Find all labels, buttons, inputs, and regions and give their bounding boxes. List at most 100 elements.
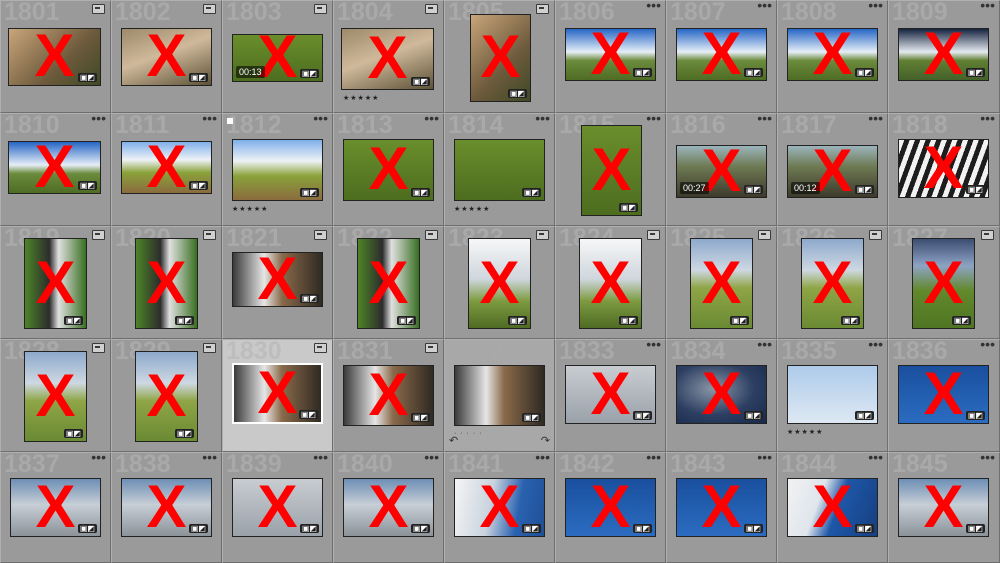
photo-thumbnail[interactable]: X ▣◩ (898, 365, 989, 424)
photo-thumbnail[interactable]: ▣◩ (787, 365, 878, 424)
grid-cell[interactable]: 1819X▣◩ (0, 226, 111, 339)
grid-cell[interactable]: 1822X▣◩ (333, 226, 444, 339)
star-rating[interactable]: ★★★★★ (343, 94, 379, 102)
flag-icon[interactable] (227, 118, 233, 124)
photo-thumbnail[interactable]: X ▣◩ (801, 238, 864, 329)
photo-thumbnail[interactable]: X ▣◩ (454, 478, 545, 537)
photo-thumbnail[interactable]: X ▣◩ (232, 478, 323, 537)
grid-cell[interactable]: 1810 ••• X ▣◩ (0, 113, 111, 226)
metadata-badge-icon[interactable] (869, 230, 882, 240)
grid-cell[interactable]: 1842 ••• X ▣◩ (555, 452, 666, 563)
metadata-badge-icon[interactable] (536, 4, 549, 14)
photo-thumbnail[interactable]: X ▣◩ (787, 478, 878, 537)
photo-thumbnail[interactable]: X ▣◩ (10, 478, 101, 537)
photo-thumbnail[interactable]: X ▣◩ (676, 28, 767, 81)
metadata-badge-icon[interactable] (203, 230, 216, 240)
grid-cell[interactable]: 1841 ••• X ▣◩ (444, 452, 555, 563)
more-options-icon[interactable]: ••• (424, 114, 439, 126)
grid-cell[interactable]: 1812 ••• ▣◩ ★★★★★ (222, 113, 333, 226)
more-options-icon[interactable]: ••• (91, 453, 106, 465)
grid-cell[interactable]: 1835 ••• ▣◩ ★★★★★ (777, 339, 888, 452)
grid-cell[interactable]: 1824X▣◩ (555, 226, 666, 339)
more-options-icon[interactable]: ••• (202, 114, 217, 126)
photo-thumbnail[interactable]: X ▣◩ (676, 478, 767, 537)
metadata-badge-icon[interactable] (314, 4, 327, 14)
more-options-icon[interactable]: ••• (868, 114, 883, 126)
grid-cell[interactable]: 1803 X 00:13 ▣◩ (222, 0, 333, 113)
photo-thumbnail[interactable]: X ▣◩ (898, 28, 989, 81)
photo-thumbnail[interactable]: X ▣◩ (121, 478, 212, 537)
more-options-icon[interactable]: ••• (868, 340, 883, 352)
metadata-badge-icon[interactable] (425, 230, 438, 240)
grid-cell[interactable]: 1838 ••• X ▣◩ (111, 452, 222, 563)
photo-thumbnail[interactable]: X ▣◩ (343, 478, 434, 537)
grid-cell[interactable]: 1825X▣◩ (666, 226, 777, 339)
more-options-icon[interactable]: ••• (757, 1, 772, 13)
photo-thumbnail[interactable]: X ▣◩ (565, 28, 656, 81)
grid-cell[interactable]: 1805 X ▣◩ (444, 0, 555, 113)
metadata-badge-icon[interactable] (314, 343, 327, 353)
grid-cell[interactable]: 1818 ••• X ▣◩ (888, 113, 1000, 226)
photo-thumbnail[interactable]: X 00:27 ▣◩ (676, 145, 767, 198)
grid-cell[interactable]: 1814 ••• ▣◩ ★★★★★ (444, 113, 555, 226)
metadata-badge-icon[interactable] (536, 230, 549, 240)
more-options-icon[interactable]: ••• (646, 1, 661, 13)
more-options-icon[interactable]: ••• (757, 340, 772, 352)
grid-cell[interactable]: 1809 ••• X ▣◩ (888, 0, 1000, 113)
grid-cell[interactable]: 1802 X ▣◩ (111, 0, 222, 113)
star-rating[interactable]: ★★★★★ (454, 205, 490, 213)
photo-thumbnail[interactable]: X ▣◩ (232, 252, 323, 307)
grid-cell[interactable]: 1834 ••• X ▣◩ (666, 339, 777, 452)
more-options-icon[interactable]: ••• (424, 453, 439, 465)
more-options-icon[interactable]: ••• (646, 453, 661, 465)
grid-cell[interactable]: 1839 ••• X ▣◩ (222, 452, 333, 563)
grid-cell[interactable]: 1845 ••• X ▣◩ (888, 452, 1000, 563)
metadata-badge-icon[interactable] (92, 230, 105, 240)
grid-cell[interactable]: 1828X▣◩ (0, 339, 111, 452)
photo-thumbnail[interactable]: X ▣◩ (357, 238, 420, 329)
photo-thumbnail[interactable]: X ▣◩ (343, 139, 434, 201)
photo-thumbnail[interactable]: X ▣◩ (912, 238, 975, 329)
metadata-badge-icon[interactable] (92, 4, 105, 14)
more-options-icon[interactable]: ••• (980, 1, 995, 13)
grid-cell[interactable]: 1833 ••• X ▣◩ (555, 339, 666, 452)
grid-cell[interactable]: 1816 ••• X 00:27 ▣◩ (666, 113, 777, 226)
photo-thumbnail[interactable]: X ▣◩ (232, 363, 323, 424)
photo-thumbnail[interactable]: X ▣◩ (676, 365, 767, 424)
photo-thumbnail[interactable]: X ▣◩ (343, 365, 434, 426)
grid-cell[interactable]: 1826X▣◩ (777, 226, 888, 339)
more-options-icon[interactable]: ••• (757, 453, 772, 465)
grid-cell[interactable]: 1830 X ▣◩ (222, 339, 333, 452)
metadata-badge-icon[interactable] (314, 230, 327, 240)
photo-thumbnail[interactable]: X ▣◩ (898, 139, 989, 198)
photo-thumbnail[interactable]: X ▣◩ (468, 238, 531, 329)
metadata-badge-icon[interactable] (92, 343, 105, 353)
grid-cell[interactable]: 1843 ••• X ▣◩ (666, 452, 777, 563)
more-options-icon[interactable]: ••• (535, 114, 550, 126)
grid-cell[interactable]: 1831 X ▣◩ (333, 339, 444, 452)
more-options-icon[interactable]: ••• (980, 453, 995, 465)
metadata-badge-icon[interactable] (203, 343, 216, 353)
more-options-icon[interactable]: ••• (980, 340, 995, 352)
grid-cell[interactable]: 1820X▣◩ (111, 226, 222, 339)
photo-thumbnail[interactable]: X ▣◩ (24, 238, 87, 329)
more-options-icon[interactable]: ••• (868, 453, 883, 465)
metadata-badge-icon[interactable] (203, 4, 216, 14)
grid-cell[interactable]: 1823X▣◩ (444, 226, 555, 339)
grid-cell[interactable]: 1827X▣◩ (888, 226, 1000, 339)
more-options-icon[interactable]: ••• (646, 114, 661, 126)
rotate-left-icon[interactable]: ↶ (449, 434, 458, 447)
photo-thumbnail[interactable]: X ▣◩ (135, 238, 198, 329)
photo-thumbnail[interactable]: X ▣◩ (565, 365, 656, 424)
photo-thumbnail[interactable]: ▣◩ (454, 365, 545, 426)
grid-cell[interactable]: 1808 ••• X ▣◩ (777, 0, 888, 113)
grid-cell[interactable]: 1840 ••• X ▣◩ (333, 452, 444, 563)
photo-thumbnail[interactable]: X ▣◩ (341, 28, 434, 90)
grid-cell[interactable]: 1836 ••• X ▣◩ (888, 339, 1000, 452)
more-options-icon[interactable]: ••• (313, 453, 328, 465)
grid-cell[interactable]: 1821 X ▣◩ (222, 226, 333, 339)
more-options-icon[interactable]: ••• (757, 114, 772, 126)
more-options-icon[interactable]: ••• (980, 114, 995, 126)
grid-cell[interactable]: 1829X▣◩ (111, 339, 222, 452)
metadata-badge-icon[interactable] (758, 230, 771, 240)
